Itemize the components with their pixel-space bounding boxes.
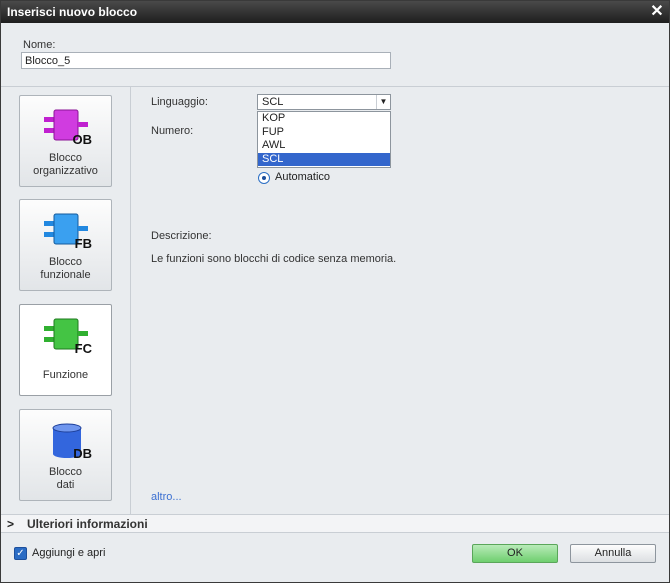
more-info-section-toggle[interactable]: > Ulteriori informazioni: [1, 514, 669, 533]
db-code-label: DB: [73, 446, 92, 461]
description-label: Descrizione:: [151, 230, 212, 242]
language-label: Linguaggio:: [151, 96, 208, 108]
chevron-right-icon: >: [7, 517, 15, 531]
function-block-icon: FB: [42, 212, 92, 250]
add-and-open-label: Aggiungi e apri: [32, 547, 106, 559]
close-button[interactable]: ✕: [649, 4, 665, 20]
more-link[interactable]: altro...: [151, 491, 182, 503]
block-type-fb-label: Blocco funzionale: [40, 256, 91, 281]
language-selected-value: SCL: [262, 96, 284, 108]
language-option-scl[interactable]: SCL: [258, 152, 390, 166]
block-type-db-label: Blocco dati: [48, 466, 83, 491]
block-type-ob-label: Blocco organizzativo: [33, 152, 98, 177]
language-option-fup[interactable]: FUP: [258, 126, 390, 140]
language-option-kop[interactable]: KOP: [258, 112, 390, 126]
number-automatic-label: Automatico: [275, 171, 331, 183]
block-type-db-button[interactable]: DB Blocco dati: [19, 409, 112, 501]
data-block-icon: DB: [42, 422, 92, 460]
dialog-title: Inserisci nuovo blocco: [7, 5, 138, 19]
fc-code-label: FC: [74, 341, 92, 356]
number-automatic-radio[interactable]: [258, 172, 270, 184]
number-label: Numero:: [151, 125, 194, 137]
insert-block-dialog: Inserisci nuovo blocco ✕ Nome: OB Blocco…: [0, 0, 670, 583]
language-dropdown-list: KOP FUP AWL SCL: [257, 111, 391, 168]
ob-code-label: OB: [72, 132, 93, 147]
organization-block-icon: OB: [42, 108, 92, 146]
description-text: Le funzioni sono blocchi di codice senza…: [151, 253, 397, 265]
block-type-fb-button[interactable]: FB Blocco funzionale: [19, 199, 112, 291]
block-type-panel: OB Blocco organizzativo FB Blocco funzio…: [1, 87, 131, 515]
add-and-open-checkbox[interactable]: ✓: [14, 547, 27, 560]
language-select[interactable]: SCL ▼: [257, 94, 391, 110]
chevron-down-icon[interactable]: ▼: [376, 95, 390, 109]
block-type-fc-label: Funzione: [42, 369, 89, 381]
dialog-titlebar: Inserisci nuovo blocco ✕: [1, 1, 669, 23]
cancel-button[interactable]: Annulla: [570, 544, 656, 563]
function-icon: FC: [42, 317, 92, 355]
name-label: Nome:: [23, 39, 56, 51]
language-option-awl[interactable]: AWL: [258, 139, 390, 153]
block-type-fc-button[interactable]: FC Funzione: [19, 304, 112, 396]
ok-button[interactable]: OK: [472, 544, 558, 563]
block-type-ob-button[interactable]: OB Blocco organizzativo: [19, 95, 112, 187]
more-info-label: Ulteriori informazioni: [27, 517, 148, 531]
fb-code-label: FB: [74, 236, 92, 251]
name-input[interactable]: [21, 52, 391, 69]
